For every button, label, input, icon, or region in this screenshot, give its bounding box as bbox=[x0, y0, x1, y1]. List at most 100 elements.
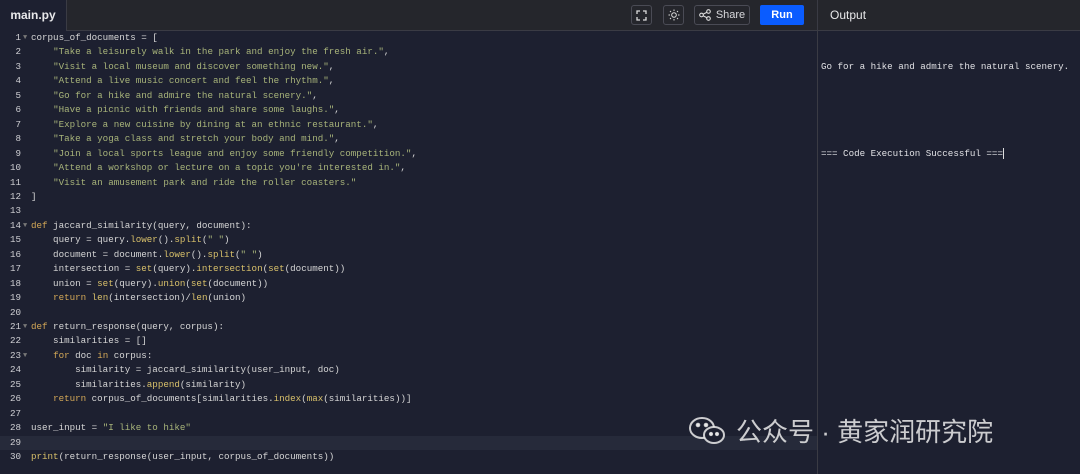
code-line[interactable]: 25 similarities.append(similarity) bbox=[0, 378, 817, 392]
code-line[interactable]: 15 query = query.lower().split(" ") bbox=[0, 233, 817, 247]
code-line[interactable]: 30 print(return_response(user_input, corp… bbox=[0, 450, 817, 464]
code-line[interactable]: 19 return len(intersection)/len(union) bbox=[0, 291, 817, 305]
code-token: union bbox=[157, 277, 186, 289]
code-editor[interactable]: 1 ▼ corpus_of_documents = [2 "Take a leisu… bbox=[0, 31, 817, 474]
code-line[interactable]: 16 document = document.lower().split(" "… bbox=[0, 248, 817, 262]
panel-divider[interactable] bbox=[817, 0, 818, 474]
fold-arrow-icon[interactable]: ▼ bbox=[23, 31, 27, 45]
code-token: (query). bbox=[152, 263, 197, 275]
code-token: in bbox=[97, 349, 109, 361]
line-number: 9 bbox=[15, 147, 21, 159]
code-line[interactable]: 6 "Have a picnic with friends and share … bbox=[0, 103, 817, 117]
code-token: "Join a local sports league and enjoy so… bbox=[53, 147, 412, 159]
code-token: "Have a picnic with friends and share so… bbox=[53, 104, 335, 116]
code-line[interactable]: 12] bbox=[0, 190, 817, 204]
code-token: (document)) bbox=[207, 277, 269, 289]
line-number: 26 bbox=[9, 393, 21, 405]
fullscreen-button[interactable] bbox=[631, 5, 652, 25]
code-token: set bbox=[268, 263, 285, 275]
line-number: 7 bbox=[15, 118, 21, 130]
code-text: "Visit an amusement park and ride the ro… bbox=[31, 176, 356, 190]
code-line[interactable]: 9 "Join a local sports league and enjoy … bbox=[0, 147, 817, 161]
code-token: doc bbox=[69, 349, 98, 361]
run-button[interactable]: Run bbox=[760, 5, 804, 25]
code-text: def jaccard_similarity(query, document): bbox=[31, 219, 252, 233]
code-token: corpus_of_documents[similarities. bbox=[86, 393, 274, 405]
code-line[interactable]: 1 ▼ corpus_of_documents = [ bbox=[0, 31, 817, 45]
fold-arrow-icon[interactable]: ▼ bbox=[23, 320, 27, 334]
code-text: return corpus_of_documents[similarities.… bbox=[31, 392, 411, 406]
code-token: ) bbox=[224, 234, 230, 246]
output-panel: Go for a hike and admire the natural sce… bbox=[821, 31, 1069, 176]
code-token: max bbox=[306, 393, 324, 405]
code-text: intersection = set(query).intersection(s… bbox=[31, 262, 345, 276]
code-token: set bbox=[97, 277, 114, 289]
line-number: 6 bbox=[15, 104, 21, 116]
code-line[interactable]: 14 ▼ def jaccard_similarity(query, documen… bbox=[0, 219, 817, 233]
text-cursor bbox=[1002, 148, 1004, 159]
code-text: "Have a picnic with friends and share so… bbox=[31, 103, 340, 117]
code-token: similarities. bbox=[31, 378, 147, 390]
code-token: , bbox=[334, 104, 340, 116]
code-token: "Visit a local museum and discover somet… bbox=[53, 60, 329, 72]
code-line[interactable]: 17 intersection = set(query).intersectio… bbox=[0, 262, 817, 276]
code-token: set bbox=[190, 277, 208, 289]
fold-arrow-icon[interactable]: ▼ bbox=[23, 219, 27, 233]
code-text: def return_response(query, corpus): bbox=[31, 320, 224, 334]
code-token: split bbox=[207, 248, 236, 260]
fold-arrow-icon[interactable]: ▼ bbox=[23, 349, 27, 363]
code-line[interactable]: 11 "Visit an amusement park and ride the… bbox=[0, 176, 817, 190]
code-text: "Attend a live music concert and feel th… bbox=[31, 74, 334, 88]
code-token: , bbox=[372, 118, 379, 130]
code-text: corpus_of_documents = [ bbox=[31, 31, 158, 45]
line-number: 11 bbox=[9, 176, 21, 188]
line-number: 27 bbox=[9, 407, 21, 419]
code-line[interactable]: 13 bbox=[0, 204, 817, 218]
code-token: for bbox=[53, 349, 70, 361]
code-line[interactable]: 23 ▼ for doc in corpus: bbox=[0, 349, 817, 363]
code-line[interactable]: 22 similarities = [] bbox=[0, 334, 817, 348]
file-tab-main-py[interactable]: main.py bbox=[0, 0, 67, 31]
code-text: "Join a local sports league and enjoy so… bbox=[31, 147, 417, 161]
watermark-text: 公众号 · 黄家润研究院 bbox=[736, 417, 994, 447]
code-line[interactable]: 2 "Take a leisurely walk in the park and… bbox=[0, 45, 817, 59]
code-token: def bbox=[31, 219, 48, 231]
code-line[interactable]: 26 return corpus_of_documents[similariti… bbox=[0, 392, 817, 406]
code-line[interactable]: 10 "Attend a workshop or lecture on a to… bbox=[0, 161, 817, 175]
code-token: len bbox=[91, 292, 109, 304]
output-line: ​ bbox=[821, 104, 1069, 119]
code-line[interactable]: 20 bbox=[0, 306, 817, 320]
theme-toggle-button[interactable] bbox=[663, 5, 684, 25]
share-button[interactable]: Share bbox=[694, 5, 750, 25]
code-line[interactable]: 3 "Visit a local museum and discover som… bbox=[0, 60, 817, 74]
line-number: 20 bbox=[9, 306, 21, 318]
code-token: "Attend a live music concert and feel th… bbox=[53, 75, 329, 87]
code-line[interactable]: 8 "Take a yoga class and stretch your bo… bbox=[0, 132, 817, 146]
code-line[interactable]: 18 union = set(query).union(set(document… bbox=[0, 277, 817, 291]
code-line[interactable]: 24 similarity = jaccard_similarity(user_… bbox=[0, 363, 817, 377]
code-line[interactable]: 21 ▼ def return_response(query, corpus): bbox=[0, 320, 817, 334]
code-text: ] bbox=[31, 190, 37, 204]
code-token: (union) bbox=[207, 292, 247, 304]
share-label: Share bbox=[715, 9, 746, 21]
line-number: 5 bbox=[15, 89, 21, 101]
watermark: 公众号 · 黄家润研究院 bbox=[688, 412, 993, 449]
code-line[interactable]: 4 "Attend a live music concert and feel … bbox=[0, 74, 817, 88]
line-number: 28 bbox=[9, 422, 21, 434]
code-token: (similarity) bbox=[179, 378, 247, 390]
line-number: 8 bbox=[15, 133, 21, 145]
code-line[interactable]: 5 "Go for a hike and admire the natural … bbox=[0, 89, 817, 103]
code-line[interactable]: 7 "Explore a new cuisine by dining at an… bbox=[0, 118, 817, 132]
code-text: "Take a leisurely walk in the park and e… bbox=[31, 45, 389, 59]
code-text: return len(intersection)/len(union) bbox=[31, 291, 246, 305]
code-token: union = bbox=[31, 277, 98, 289]
code-token: , bbox=[334, 133, 340, 145]
line-number: 18 bbox=[9, 277, 21, 289]
theme-sun-icon bbox=[668, 9, 679, 21]
